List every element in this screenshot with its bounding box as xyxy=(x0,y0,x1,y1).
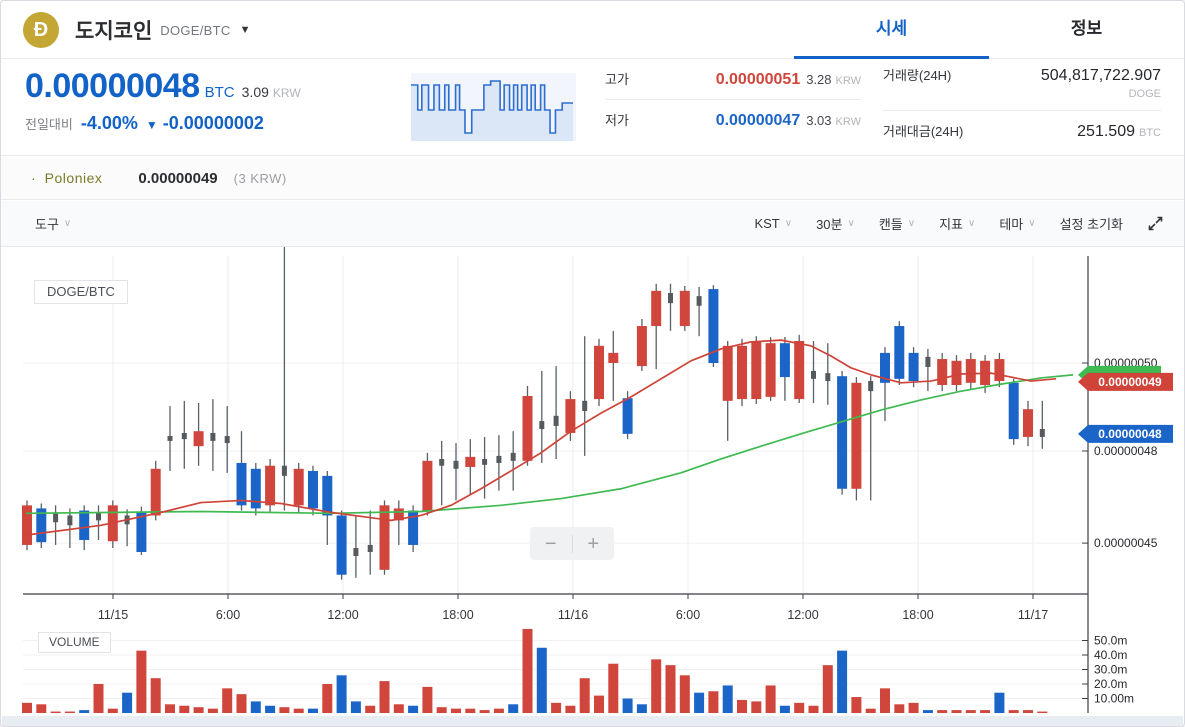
turnover-value: 251.509 xyxy=(1077,123,1135,140)
reference-exchange[interactable]: Poloniex xyxy=(45,170,103,186)
reference-converted: (3 KRW) xyxy=(233,170,287,186)
tools-label: 도구 xyxy=(35,217,59,232)
svg-text:11/16: 11/16 xyxy=(558,608,588,622)
dogecoin-logo-icon: Đ xyxy=(23,12,59,48)
coin-name: 도지코인 xyxy=(75,20,153,43)
high-low-stats: 고가 0.00000051 3.28 KRW 저가 0.00000047 3.0… xyxy=(605,69,861,130)
svg-text:11/15: 11/15 xyxy=(98,608,128,622)
tab-bar: 시세 정보 xyxy=(794,1,1184,59)
high-converted-unit: KRW xyxy=(835,75,861,87)
svg-text:50.0m: 50.0m xyxy=(1094,634,1127,648)
candle-type-select[interactable]: 캔들 ∨ xyxy=(879,214,915,233)
chevron-down-icon: ∨ xyxy=(63,218,72,229)
svg-text:18:00: 18:00 xyxy=(902,608,933,622)
chevron-down-icon[interactable]: ▼ xyxy=(240,24,251,36)
svg-text:20.0m: 20.0m xyxy=(1094,677,1127,691)
low-converted-unit: KRW xyxy=(835,116,861,128)
svg-text:30.0m: 30.0m xyxy=(1094,663,1127,677)
low-price: 0.00000047 xyxy=(715,112,801,129)
current-price: 0.00000048 xyxy=(25,67,200,105)
svg-text:12:00: 12:00 xyxy=(787,608,818,622)
svg-text:6:00: 6:00 xyxy=(676,608,700,622)
indicator-select[interactable]: 지표 ∨ xyxy=(939,214,975,233)
turnover-row: 거래대금(24H) 251.509 BTC xyxy=(883,121,1161,141)
change-amount: -0.00000002 xyxy=(162,113,264,133)
volume-unit: DOGE xyxy=(1128,88,1161,100)
converted-unit: KRW xyxy=(272,86,301,100)
interval-select[interactable]: 30분 ∨ xyxy=(816,214,855,233)
converted-price: 3.09 xyxy=(241,84,269,100)
svg-text:12:00: 12:00 xyxy=(327,608,358,622)
high-row: 고가 0.00000051 3.28 KRW xyxy=(605,69,861,89)
svg-text:0.00000045: 0.00000045 xyxy=(1094,536,1158,550)
zoom-in-button[interactable]: + xyxy=(573,534,615,554)
down-arrow-icon: ▼ xyxy=(145,118,158,132)
reference-exchange-row: · Poloniex 0.00000049 (3 KRW) xyxy=(1,157,1184,200)
svg-text:18:00: 18:00 xyxy=(442,608,473,622)
coin-pair: DOGE/BTC xyxy=(160,22,231,38)
volume-stats: 거래량(24H) 504,817,722.907 DOGE 거래대금(24H) … xyxy=(883,65,1161,141)
svg-text:10.00m: 10.00m xyxy=(1094,692,1134,706)
zoom-out-button[interactable]: − xyxy=(530,534,572,554)
low-row: 저가 0.00000047 3.03 KRW xyxy=(605,110,861,130)
svg-text:6:00: 6:00 xyxy=(216,608,240,622)
current-price-row: 0.00000048 BTC 3.09 KRW xyxy=(25,67,301,106)
page-bottom-strip xyxy=(2,716,1183,726)
high-converted: 3.28 xyxy=(806,72,832,87)
volume-value: 504,817,722.907 xyxy=(1040,67,1161,84)
reset-settings-button[interactable]: 설정 초기화 xyxy=(1060,214,1123,233)
change-percent: -4.00% xyxy=(80,113,138,133)
header: Đ 도지코인 DOGE/BTC ▼ 시세 정보 xyxy=(1,1,1184,59)
change-label: 전일대비 xyxy=(25,117,73,132)
turnover-label: 거래대금(24H) xyxy=(883,124,964,139)
indicator-label: 지표 xyxy=(939,217,963,232)
low-label: 저가 xyxy=(605,113,629,128)
chart-zoom-controls: − + xyxy=(530,527,614,560)
svg-text:0.00000048: 0.00000048 xyxy=(1094,444,1158,458)
chart-toolbar: 도구 ∨ KST ∨ 30분 ∨ 캔들 ∨ 지표 ∨ 테마 ∨ 설정 초기화 xyxy=(1,201,1184,247)
volume-row: 거래량(24H) 504,817,722.907 xyxy=(883,65,1161,85)
chevron-down-icon: ∨ xyxy=(847,218,855,229)
svg-text:0.00000048: 0.00000048 xyxy=(1098,427,1162,441)
theme-label: 테마 xyxy=(999,217,1024,232)
chevron-down-icon: ∨ xyxy=(784,218,793,229)
tab-price[interactable]: 시세 xyxy=(794,1,989,59)
toolbar-right-group: KST ∨ 30분 ∨ 캔들 ∨ 지표 ∨ 테마 ∨ 설정 초기화 xyxy=(754,214,1164,233)
high-price: 0.00000051 xyxy=(715,71,801,88)
bullet-icon: · xyxy=(31,170,36,186)
fullscreen-icon[interactable] xyxy=(1147,215,1164,232)
divider xyxy=(883,110,1161,111)
tools-select[interactable]: 도구 ∨ xyxy=(35,214,71,233)
timezone-label: KST xyxy=(754,216,780,231)
price-sparkline xyxy=(411,73,576,141)
divider xyxy=(605,99,861,100)
tab-info[interactable]: 정보 xyxy=(989,1,1184,59)
chevron-down-icon: ∨ xyxy=(907,218,916,229)
price-unit: BTC xyxy=(204,84,235,101)
svg-text:0.00000049: 0.00000049 xyxy=(1098,375,1162,389)
interval-label: 30분 xyxy=(816,217,843,232)
svg-text:40.0m: 40.0m xyxy=(1094,648,1127,662)
reference-price: 0.00000049 xyxy=(138,169,218,187)
svg-text:11/17: 11/17 xyxy=(1018,608,1048,622)
chart-symbol-badge: DOGE/BTC xyxy=(34,280,128,304)
price-chart[interactable]: 11/15 6:00 12:00 18:00 11/16 6:00 12:00 18:00 11… xyxy=(1,247,1185,727)
ticker-summary: 0.00000048 BTC 3.09 KRW 전일대비 -4.00% ▼ -0… xyxy=(1,59,1184,156)
coin-trading-page: Đ 도지코인 DOGE/BTC ▼ 시세 정보 0.00000048 BTC 3… xyxy=(0,0,1185,727)
chevron-down-icon: ∨ xyxy=(968,218,976,229)
theme-select[interactable]: 테마 ∨ xyxy=(999,214,1035,233)
high-label: 고가 xyxy=(605,72,629,87)
volume-panel-badge: VOLUME xyxy=(38,632,111,653)
change-row: 전일대비 -4.00% ▼ -0.00000002 xyxy=(25,113,264,134)
chevron-down-icon: ∨ xyxy=(1028,218,1036,229)
candle-type-label: 캔들 xyxy=(878,217,903,232)
turnover-unit: BTC xyxy=(1139,127,1161,139)
volume-label: 거래량(24H) xyxy=(883,68,952,83)
coin-selector[interactable]: Đ 도지코인 DOGE/BTC ▼ xyxy=(23,1,250,59)
low-converted: 3.03 xyxy=(806,113,832,128)
timezone-select[interactable]: KST ∨ xyxy=(754,216,792,231)
